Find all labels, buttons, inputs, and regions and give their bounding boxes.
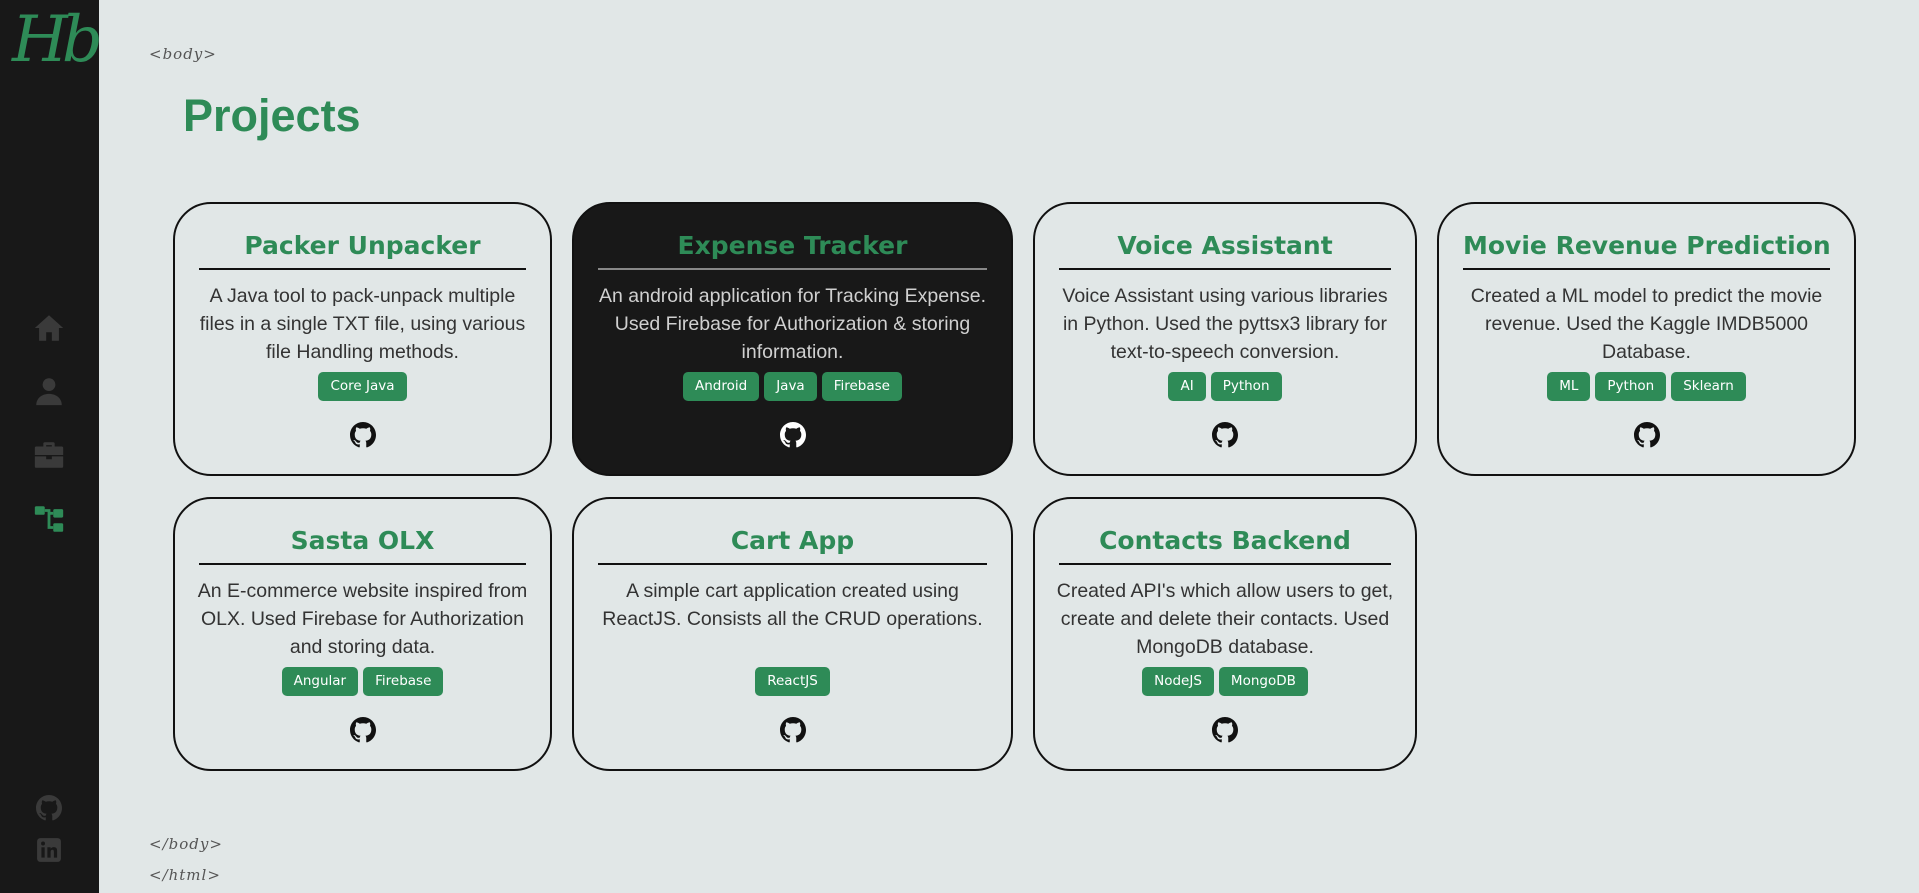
tech-tags: ML Python Sklearn <box>1439 372 1854 401</box>
page-title: Projects <box>183 90 361 141</box>
project-description: Created a ML model to predict the movie … <box>1470 285 1823 363</box>
project-card[interactable]: Contacts Backend Created API's which all… <box>1033 497 1417 771</box>
body-close-tag: </body> <box>149 835 223 853</box>
tech-tags: ReactJS <box>574 667 1011 696</box>
user-icon[interactable] <box>32 374 66 408</box>
project-description: Voice Assistant using various libraries … <box>1062 285 1388 363</box>
body-open-tag: <body> <box>149 45 217 63</box>
tech-tag: Sklearn <box>1671 372 1746 401</box>
tech-tag: Firebase <box>821 372 902 401</box>
project-description: A simple cart application created using … <box>602 580 983 630</box>
tech-tag: MongoDB <box>1218 667 1308 696</box>
tech-tag: AI <box>1168 372 1206 401</box>
tech-tag: Android <box>682 372 760 401</box>
project-title: Voice Assistant <box>1059 230 1391 270</box>
project-title: Sasta OLX <box>199 525 526 565</box>
briefcase-icon[interactable] <box>32 438 66 472</box>
tech-tags: AI Python <box>1035 372 1415 401</box>
project-description: A Java tool to pack-unpack multiple file… <box>199 285 526 363</box>
tech-tags: Angular Firebase <box>175 667 550 696</box>
github-icon[interactable] <box>349 422 376 448</box>
github-icon[interactable] <box>36 795 62 821</box>
project-title: Packer Unpacker <box>199 230 526 270</box>
sidebar: Hb <box>0 0 103 893</box>
project-description: An android application for Tracking Expe… <box>599 285 986 363</box>
tech-tag: Python <box>1595 372 1667 401</box>
tech-tag: Firebase <box>363 667 444 696</box>
tech-tag: Python <box>1210 372 1282 401</box>
project-card[interactable]: Sasta OLX An E-commerce website inspired… <box>173 497 552 771</box>
html-close-tag: </html> <box>149 866 221 884</box>
tech-tag: Angular <box>281 667 359 696</box>
github-icon[interactable] <box>779 717 806 743</box>
projects-tree-icon[interactable] <box>32 502 66 536</box>
site-logo[interactable]: Hb <box>12 8 103 72</box>
project-card[interactable]: Expense Tracker An android application f… <box>572 202 1013 476</box>
project-title: Cart App <box>598 525 987 565</box>
project-card[interactable]: Voice Assistant Voice Assistant using va… <box>1033 202 1417 476</box>
tech-tag: ML <box>1547 372 1591 401</box>
tech-tags: Android Java Firebase <box>574 372 1011 401</box>
project-card[interactable]: Cart App A simple cart application creat… <box>572 497 1013 771</box>
github-icon[interactable] <box>1633 422 1660 448</box>
linkedin-icon[interactable] <box>36 837 62 863</box>
tech-tag: Java <box>764 372 817 401</box>
project-title: Movie Revenue Prediction <box>1463 230 1831 270</box>
github-icon[interactable] <box>349 717 376 743</box>
tech-tag: Core Java <box>318 372 407 401</box>
tech-tag: ReactJS <box>755 667 830 696</box>
project-title: Expense Tracker <box>598 230 987 270</box>
project-title: Contacts Backend <box>1059 525 1391 565</box>
home-icon[interactable] <box>32 311 66 345</box>
tech-tags: NodeJS MongoDB <box>1035 667 1415 696</box>
github-icon[interactable] <box>779 422 806 448</box>
project-card[interactable]: Packer Unpacker A Java tool to pack-unpa… <box>173 202 552 476</box>
project-description: Created API's which allow users to get, … <box>1056 580 1394 658</box>
project-card[interactable]: Movie Revenue Prediction Created a ML mo… <box>1437 202 1856 476</box>
github-icon[interactable] <box>1212 717 1238 743</box>
tech-tag: NodeJS <box>1142 667 1214 696</box>
project-description: An E-commerce website inspired from OLX.… <box>197 580 528 658</box>
github-icon[interactable] <box>1212 422 1238 448</box>
tech-tags: Core Java <box>175 372 550 401</box>
